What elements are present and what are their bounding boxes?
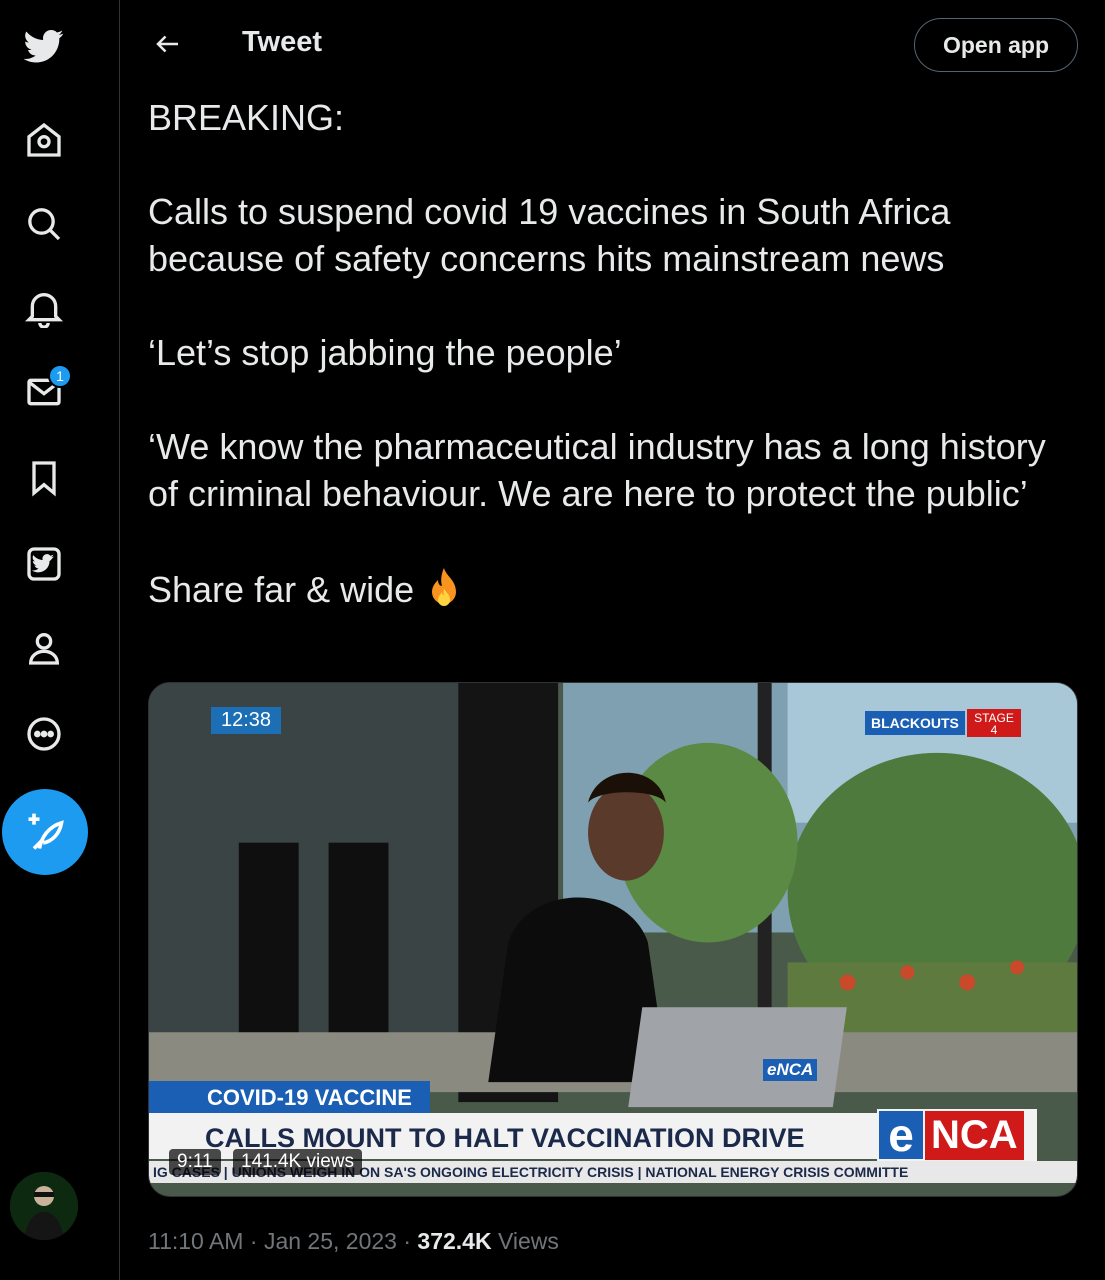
tweet-paragraph: BREAKING: xyxy=(148,97,345,138)
tweet-meta: 11:10 AM · Jan 25, 2023 · 372.4K Views xyxy=(148,1228,559,1255)
video-views: 141.4K views xyxy=(233,1149,363,1175)
tweet-paragraph: Calls to suspend covid 19 vaccines in So… xyxy=(148,191,951,279)
stage-badge: STAGE 4 xyxy=(967,709,1021,737)
video-player[interactable]: 12:38 BLACKOUTS STAGE 4 eNCA COVID-19 VAC… xyxy=(148,682,1078,1197)
notification-badge: 1 xyxy=(48,364,72,388)
topic-band: COVID-19 VACCINE xyxy=(149,1081,430,1113)
bookmark-icon[interactable] xyxy=(18,452,70,504)
open-app-button[interactable]: Open app xyxy=(914,18,1078,72)
user-avatar[interactable] xyxy=(10,1172,78,1240)
enca-logo: e NCA xyxy=(877,1109,1037,1161)
logo-e: e xyxy=(879,1109,923,1161)
feather-plus-icon xyxy=(28,813,64,850)
logo-nca: NCA xyxy=(925,1110,1024,1160)
separator: · xyxy=(243,1228,264,1254)
views-label: Views xyxy=(491,1228,559,1254)
compose-tweet-button[interactable] xyxy=(2,789,88,875)
stage-number: 4 xyxy=(990,723,998,737)
page-title: Tweet xyxy=(242,26,323,58)
back-arrow-icon xyxy=(156,35,178,53)
tweet-paragraph-last: Share far & wide xyxy=(148,564,1068,613)
video-duration: 9:11 xyxy=(169,1149,221,1175)
tweet-paragraph: Share far & wide xyxy=(148,569,415,610)
blackouts-label: BLACKOUTS xyxy=(865,711,965,735)
more-options-icon[interactable] xyxy=(18,708,70,760)
tweet-time: 11:10 AM xyxy=(148,1228,244,1254)
twitter-blue-icon[interactable] xyxy=(18,538,70,590)
home-icon[interactable] xyxy=(18,114,70,166)
notifications-bell-icon[interactable] xyxy=(18,282,70,334)
profile-icon[interactable] xyxy=(18,622,70,674)
tweet-paragraph: ‘We know the pharmaceutical industry has… xyxy=(148,426,1046,514)
tweet-paragraph: ‘Let’s stop jabbing the people’ xyxy=(148,332,622,373)
view-count: 372.4K xyxy=(417,1228,492,1254)
back-arrow-button[interactable] xyxy=(148,24,188,64)
fire-emoji-icon xyxy=(432,568,457,606)
separator: · xyxy=(396,1228,418,1254)
tweet-date: Jan 25, 2023 xyxy=(263,1228,397,1254)
sidebar-nav: 1 xyxy=(0,0,120,1280)
search-icon[interactable] xyxy=(18,198,70,250)
broadcast-time: 12:38 xyxy=(211,707,282,734)
laptop-logo: eNCA xyxy=(763,1059,818,1081)
tweet-header: Tweet Open app xyxy=(120,0,1105,90)
twitter-logo-icon[interactable] xyxy=(18,20,70,72)
tweet-body: BREAKING: Calls to suspend covid 19 vacc… xyxy=(148,94,1068,613)
